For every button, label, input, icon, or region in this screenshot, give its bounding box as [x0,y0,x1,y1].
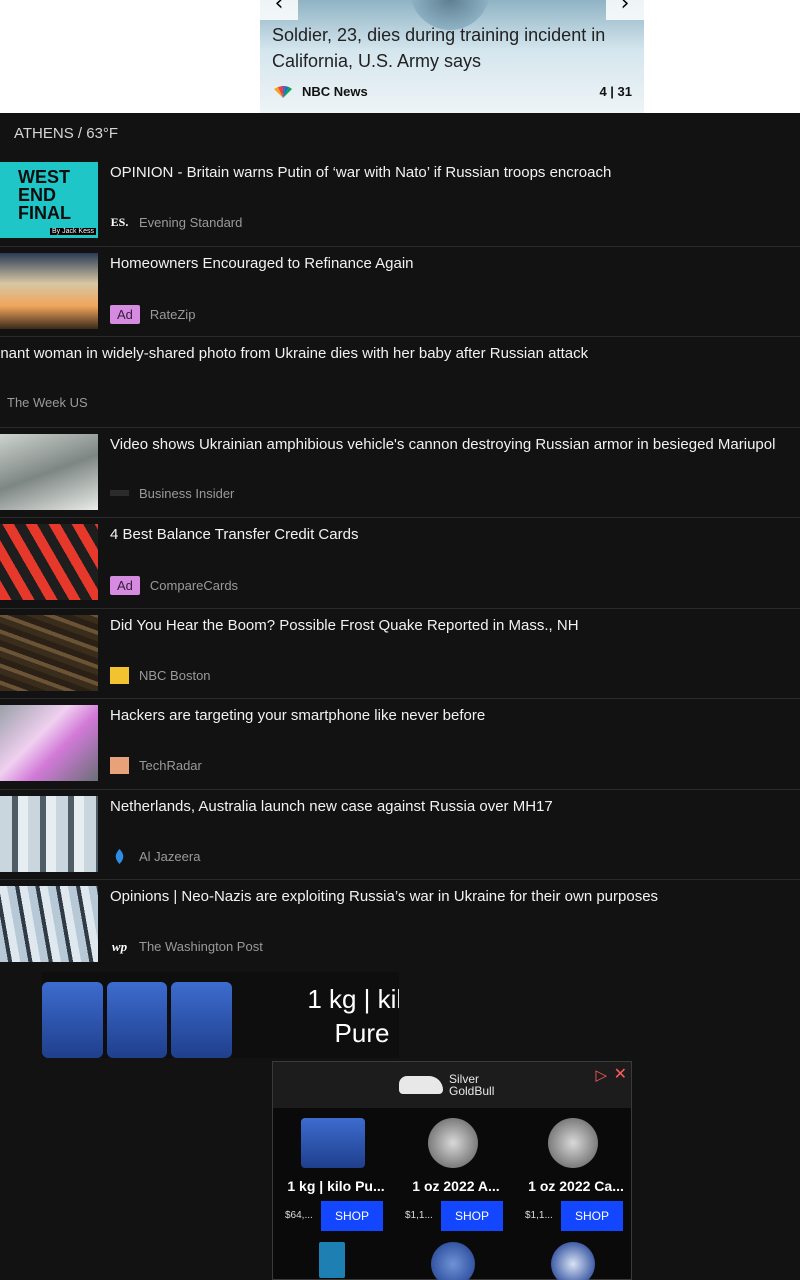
silver-bars-image [42,982,233,1058]
article-title[interactable]: Homeowners Encouraged to Refinance Again [110,255,796,272]
article-thumbnail [0,705,98,781]
product-card[interactable] [513,1242,633,1280]
close-icon[interactable]: ✕ [614,1064,627,1084]
product-card[interactable]: 1 oz 2022 Ca... $1,1... SHOP [513,1114,633,1234]
weather-label[interactable]: ATHENS / 63°F [14,125,118,142]
list-item[interactable]: WEST END FINAL By Jack Kess OPINION - Br… [0,156,800,247]
article-meta: NBC Boston [110,666,211,684]
techradar-logo-icon [110,757,129,774]
article-meta: ES. Evening Standard [110,214,243,231]
ad-widget[interactable]: Silver GoldBull ▷ ✕ 1 kg | kilo Pu... $6… [272,1061,632,1280]
ad-banner[interactable]: 1 kg | kilo Pure [42,972,399,1058]
article-source: TechRadar [139,758,202,773]
article-meta: Business Insider [110,486,234,501]
product-price: $64,... [285,1210,313,1221]
article-meta: The Week US [7,395,88,410]
carousel-next-icon[interactable]: › [606,0,644,20]
adchoices-icon[interactable]: ▷ [595,1066,607,1084]
nbc-boston-logo-icon [110,666,129,684]
feed-list: WEST END FINAL By Jack Kess OPINION - Br… [0,156,800,971]
carousel-headline[interactable]: Soldier, 23, dies during training incide… [272,22,632,74]
product-card[interactable]: 1 kg | kilo Pu... $64,... SHOP [273,1114,393,1234]
article-thumbnail [0,886,98,962]
product-row: 1 kg | kilo Pu... $64,... SHOP 1 oz 2022… [273,1114,633,1234]
list-item[interactable]: Did You Hear the Boom? Possible Frost Qu… [0,609,800,699]
product-price: $1,1... [525,1210,553,1221]
ad-badge: Ad [110,576,140,595]
article-thumbnail [0,524,98,600]
article-source: NBC Boston [139,667,211,683]
list-item[interactable]: Netherlands, Australia launch new case a… [0,790,800,880]
nbc-peacock-icon [274,85,292,98]
product-name[interactable]: 1 oz 2022 A... [401,1178,511,1194]
evening-standard-logo-icon: ES. [110,215,129,229]
article-title[interactable]: Video shows Ukrainian amphibious vehicle… [110,436,796,453]
article-title[interactable]: gnant woman in widely-shared photo from … [0,345,796,362]
product-name[interactable]: 1 kg | kilo Pu... [281,1178,391,1194]
list-item[interactable]: gnant woman in widely-shared photo from … [0,337,800,428]
carousel-source-name: NBC News [302,84,368,99]
thumbnail-text: WEST END FINAL [18,167,71,223]
al-jazeera-logo-icon [115,848,124,864]
business-insider-logo-icon [110,490,129,496]
washington-post-logo-icon: wp [111,938,128,954]
product-card[interactable] [393,1242,513,1280]
article-thumbnail [0,614,98,691]
article-source: RateZip [149,306,196,322]
article-source: CompareCards [149,578,239,593]
article-thumbnail [0,795,98,872]
product-image [301,1118,365,1168]
article-source: Al Jazeera [139,848,201,864]
article-source: Business Insider [139,485,235,501]
ad-brand: Silver GoldBull [449,1072,495,1098]
article-thumbnail [0,252,98,329]
product-image [319,1242,345,1278]
list-item[interactable]: Opinions | Neo-Nazis are exploiting Russ… [0,880,800,971]
list-item[interactable]: Video shows Ukrainian amphibious vehicle… [0,428,800,518]
shop-button[interactable]: SHOP [561,1201,623,1231]
article-thumbnail: WEST END FINAL By Jack Kess [0,162,98,238]
article-source: The Week US [7,395,88,410]
article-title[interactable]: OPINION - Britain warns Putin of ‘war wi… [110,164,796,181]
article-title[interactable]: Did You Hear the Boom? Possible Frost Qu… [110,617,796,634]
article-title[interactable]: Hackers are targeting your smartphone li… [110,707,796,724]
article-meta: Ad RateZip [110,304,196,324]
shop-button[interactable]: SHOP [321,1201,383,1231]
product-image [431,1242,475,1280]
product-row-2 [273,1242,633,1280]
product-image [548,1118,598,1168]
bull-logo-icon [399,1076,443,1094]
carousel-prev-icon[interactable]: ‹ [260,0,298,20]
product-image [551,1242,595,1280]
ad-banner-text[interactable]: 1 kg | kilo Pure [282,982,399,1050]
thumbnail-byline: By Jack Kess [49,228,96,235]
article-meta: Ad CompareCards [110,576,238,595]
article-title[interactable]: Opinions | Neo-Nazis are exploiting Russ… [110,888,796,905]
article-meta: wp The Washington Post [110,938,263,955]
carousel-source: NBC News [272,84,368,99]
product-name[interactable]: 1 oz 2022 Ca... [521,1178,631,1194]
article-title[interactable]: 4 Best Balance Transfer Credit Cards [110,526,796,543]
list-item[interactable]: Homeowners Encouraged to Refinance Again… [0,247,800,337]
article-meta: Al Jazeera [110,848,200,865]
list-item[interactable]: Hackers are targeting your smartphone li… [0,699,800,790]
shop-button[interactable]: SHOP [441,1201,503,1231]
article-source: The Washington Post [139,939,263,954]
article-thumbnail [0,433,98,510]
article-title[interactable]: Netherlands, Australia launch new case a… [110,798,796,815]
ad-badge: Ad [110,304,140,324]
ad-widget-header: Silver GoldBull [273,1062,631,1108]
product-image [428,1118,478,1168]
product-card[interactable] [273,1242,393,1280]
article-meta: TechRadar [110,757,202,774]
product-price: $1,1... [405,1210,433,1221]
list-item[interactable]: 4 Best Balance Transfer Credit Cards Ad … [0,518,800,609]
news-carousel[interactable]: ‹ › Soldier, 23, dies during training in… [260,0,644,113]
carousel-counter: 4 | 31 [599,84,632,99]
article-source: Evening Standard [139,215,243,230]
product-card[interactable]: 1 oz 2022 A... $1,1... SHOP [393,1114,513,1234]
